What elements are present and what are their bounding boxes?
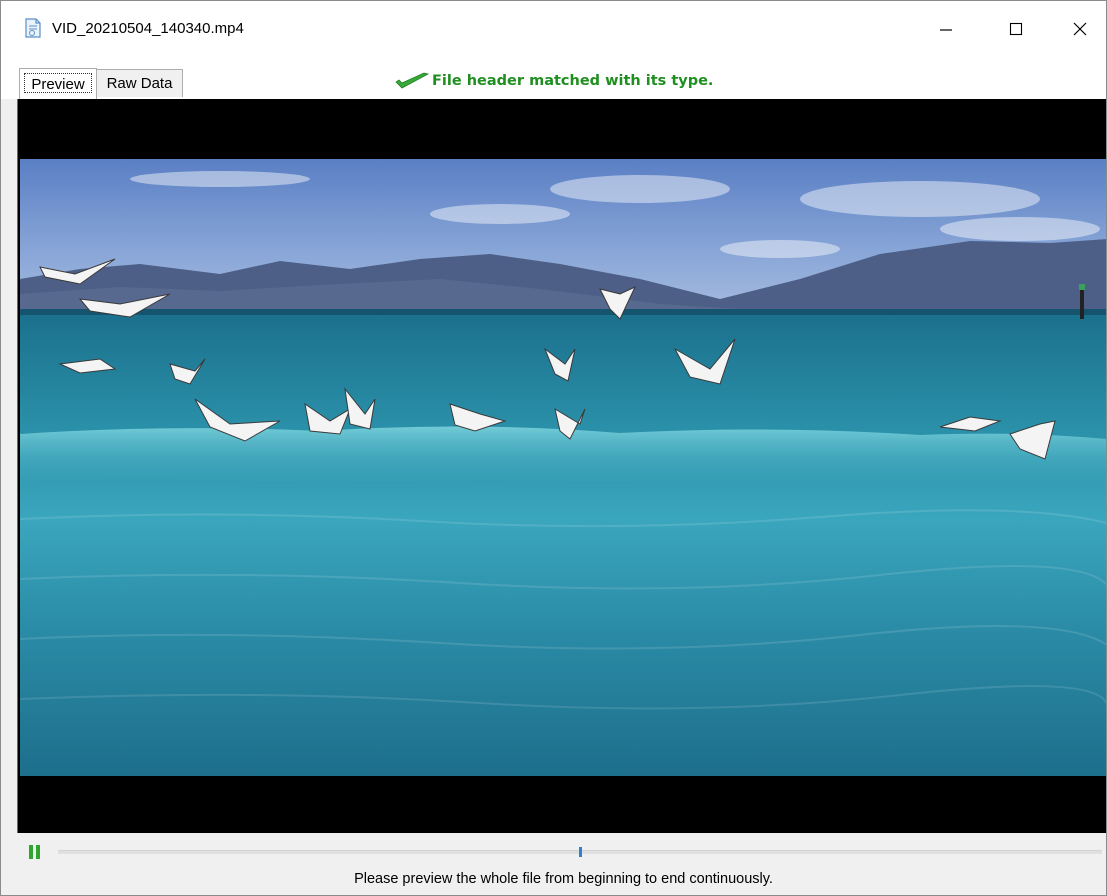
video-preview[interactable] [17,99,1106,833]
video-frame-image [20,159,1106,776]
status-message: File header matched with its type. [432,73,714,89]
tab-raw-data-label: Raw Data [106,75,173,92]
tab-raw-data[interactable]: Raw Data [97,69,183,97]
tab-bar: Preview Raw Data File header matched wit… [1,61,1106,99]
pause-icon [27,845,43,865]
tab-preview[interactable]: Preview [19,68,97,99]
title-bar[interactable]: VID_20210504_140340.mp4 [1,1,1106,61]
tab-preview-label: Preview [31,76,85,93]
minimize-button[interactable] [923,1,969,61]
preview-hint: Please preview the whole file from begin… [354,871,773,887]
seek-thumb[interactable] [578,847,582,857]
document-icon [24,18,42,38]
maximize-button[interactable] [993,1,1039,61]
window-title: VID_20210504_140340.mp4 [52,20,244,37]
player-controls: Please preview the whole file from begin… [1,833,1106,895]
seek-bar[interactable] [58,847,1102,857]
checkmark-icon [394,71,430,91]
close-button[interactable] [1057,1,1103,61]
pause-button[interactable] [27,843,43,861]
header-status: File header matched with its type. [394,69,713,93]
preview-window: VID_20210504_140340.mp4 Preview Raw Data [0,0,1107,896]
